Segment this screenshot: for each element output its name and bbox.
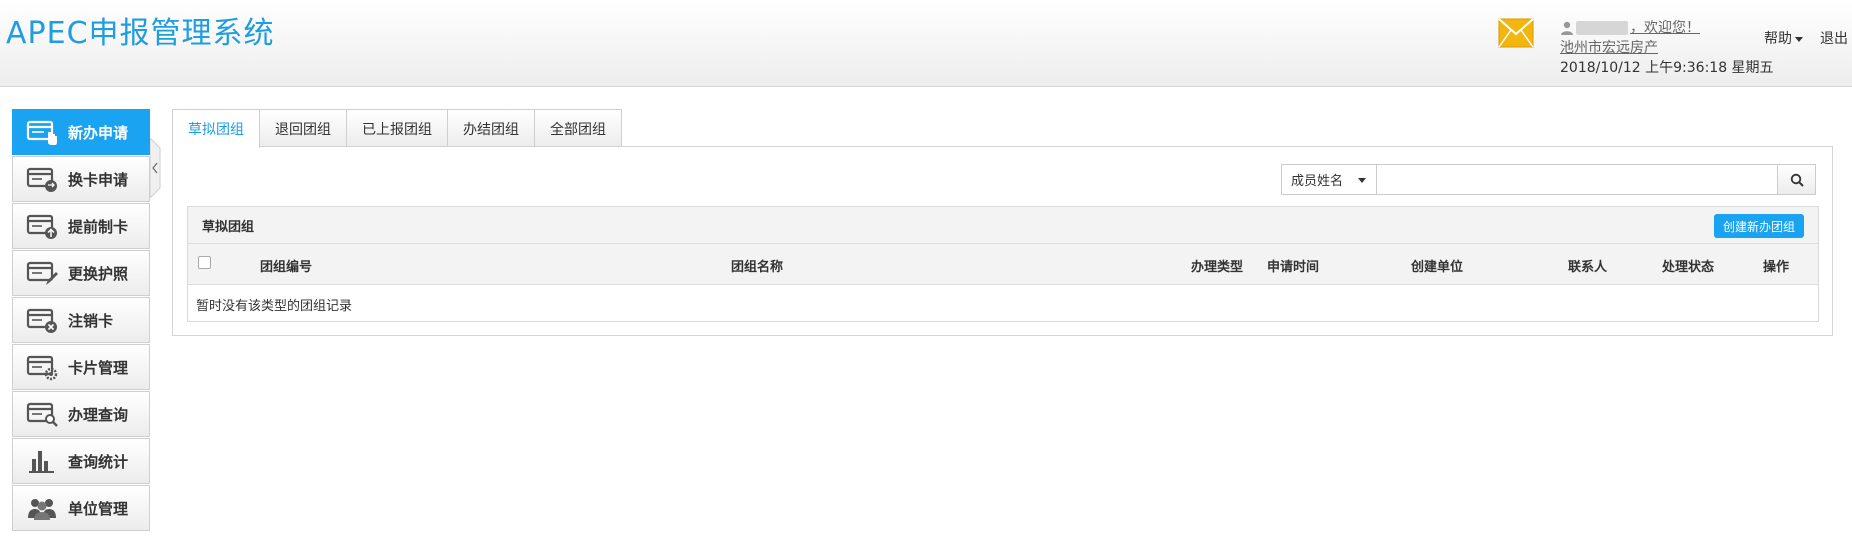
card-hand-icon bbox=[26, 120, 57, 145]
user-name-redacted bbox=[1576, 21, 1628, 35]
column-contact[interactable]: 联系人 bbox=[1568, 256, 1607, 275]
sidebar-item-card-management[interactable]: 卡片管理 bbox=[12, 344, 150, 390]
column-creating-unit[interactable]: 创建单位 bbox=[1411, 256, 1463, 275]
bar-chart-icon bbox=[29, 451, 54, 473]
create-group-button[interactable]: 创建新办团组 bbox=[1713, 214, 1804, 238]
content-panel: 成员姓名 草拟团组 创建新办团组 团组编号 团组名称 办理类型 申请时间 创建单… bbox=[172, 146, 1833, 336]
column-status[interactable]: 处理状态 bbox=[1662, 256, 1714, 275]
organization-link[interactable]: 池州市宏远房产 bbox=[1560, 38, 1774, 58]
sidebar-item-label: 换卡申请 bbox=[68, 170, 129, 189]
card-edit-icon bbox=[26, 261, 58, 285]
sidebar-item-query-statistics[interactable]: 查询统计 bbox=[12, 438, 150, 484]
sidebar-item-label: 卡片管理 bbox=[68, 358, 129, 377]
caret-down-icon bbox=[1358, 178, 1366, 183]
logout-link[interactable]: 退出 bbox=[1820, 28, 1848, 48]
card-gear-icon bbox=[26, 355, 58, 381]
user-greeting-row: ，欢迎您！ bbox=[1560, 18, 1774, 38]
sidebar-item-new-application[interactable]: 新办申请 bbox=[12, 109, 150, 155]
column-group-name[interactable]: 团组名称 bbox=[731, 256, 783, 275]
column-process-type[interactable]: 办理类型 bbox=[1191, 256, 1243, 275]
sidebar-item-label: 新办申请 bbox=[68, 123, 129, 142]
table-header-row: 团组编号 团组名称 办理类型 申请时间 创建单位 联系人 处理状态 操作 bbox=[188, 244, 1818, 285]
column-actions: 操作 bbox=[1763, 260, 1790, 275]
mail-icon[interactable] bbox=[1498, 18, 1534, 48]
search-icon bbox=[1790, 173, 1804, 187]
card-exchange-icon bbox=[26, 167, 57, 192]
sidebar-collapse-handle[interactable] bbox=[150, 138, 162, 198]
sidebar-item-label: 注销卡 bbox=[68, 311, 114, 330]
users-icon bbox=[28, 499, 56, 520]
tab-completed-groups[interactable]: 办结团组 bbox=[447, 109, 535, 147]
sidebar-item-label: 更换护照 bbox=[68, 264, 129, 283]
tab-all-groups[interactable]: 全部团组 bbox=[534, 109, 622, 147]
card-upload-icon bbox=[26, 214, 57, 239]
empty-table-row: 暂时没有该类型的团组记录 bbox=[188, 285, 1818, 323]
help-label: 帮助 bbox=[1764, 31, 1792, 47]
column-apply-time[interactable]: 申请时间 bbox=[1267, 256, 1319, 275]
sidebar: 新办申请 换卡申请 提前制卡 更换护照 注销卡 卡片管理 办理查询 查询统计 单… bbox=[12, 109, 150, 532]
app-header: APEC申报管理系统 ，欢迎您！ 池州市宏远房产 2018/10/12 上午9:… bbox=[0, 0, 1852, 87]
sidebar-item-label: 查询统计 bbox=[68, 452, 129, 471]
sidebar-item-unit-management[interactable]: 单位管理 bbox=[12, 485, 150, 531]
welcome-text[interactable]: ，欢迎您！ bbox=[1630, 18, 1700, 38]
empty-message: 暂时没有该类型的团组记录 bbox=[196, 299, 353, 314]
search-field-selected: 成员姓名 bbox=[1291, 174, 1344, 189]
user-info: ，欢迎您！ 池州市宏远房产 2018/10/12 上午9:36:18 星期五 bbox=[1560, 18, 1774, 78]
group-list-box: 草拟团组 创建新办团组 团组编号 团组名称 办理类型 申请时间 创建单位 联系人… bbox=[187, 206, 1819, 322]
help-menu[interactable]: 帮助 bbox=[1764, 28, 1803, 48]
search-field-select[interactable]: 成员姓名 bbox=[1281, 164, 1377, 195]
search-input[interactable] bbox=[1377, 164, 1781, 195]
search-button[interactable] bbox=[1777, 164, 1816, 195]
select-all-checkbox[interactable] bbox=[198, 256, 211, 269]
tab-reported-groups[interactable]: 已上报团组 bbox=[346, 109, 448, 147]
user-icon bbox=[1561, 21, 1573, 35]
sidebar-item-early-card[interactable]: 提前制卡 bbox=[12, 203, 150, 249]
group-status-tabs: 草拟团组 退回团组 已上报团组 办结团组 全部团组 bbox=[172, 109, 622, 148]
sidebar-item-process-query[interactable]: 办理查询 bbox=[12, 391, 150, 437]
sidebar-item-label: 办理查询 bbox=[68, 405, 129, 424]
sidebar-item-card-exchange[interactable]: 换卡申请 bbox=[12, 156, 150, 202]
tab-returned-groups[interactable]: 退回团组 bbox=[259, 109, 347, 147]
card-cancel-icon bbox=[26, 308, 57, 333]
group-list-title: 草拟团组 bbox=[202, 220, 255, 235]
column-group-number[interactable]: 团组编号 bbox=[260, 256, 312, 275]
group-list-header: 草拟团组 创建新办团组 bbox=[188, 207, 1818, 244]
app-title: APEC申报管理系统 bbox=[6, 16, 275, 51]
tab-draft-groups[interactable]: 草拟团组 bbox=[172, 109, 260, 148]
card-search-icon bbox=[26, 402, 58, 427]
sidebar-item-label: 单位管理 bbox=[68, 499, 129, 518]
current-datetime: 2018/10/12 上午9:36:18 星期五 bbox=[1560, 60, 1774, 76]
caret-down-icon bbox=[1795, 36, 1803, 42]
sidebar-item-cancel-card[interactable]: 注销卡 bbox=[12, 297, 150, 343]
sidebar-item-change-passport[interactable]: 更换护照 bbox=[12, 250, 150, 296]
sidebar-item-label: 提前制卡 bbox=[68, 217, 129, 236]
